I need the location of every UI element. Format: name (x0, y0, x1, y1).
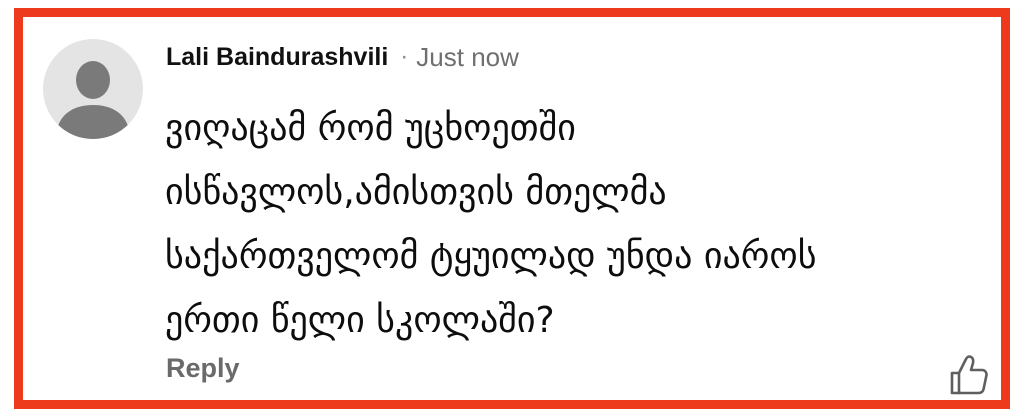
avatar[interactable] (43, 39, 143, 139)
comment-line: ვიღაცამ რომ უცხოეთში (165, 108, 576, 149)
highlight-frame: Lali Baindurashvili · Just now ვიღაცამ რ… (14, 8, 1010, 409)
thumbs-up-icon (950, 355, 988, 395)
user-silhouette-icon (56, 61, 130, 139)
like-button[interactable] (948, 354, 990, 396)
meta-separator: · (400, 43, 409, 70)
comment-header: Lali Baindurashvili · Just now (166, 37, 519, 77)
author-name[interactable]: Lali Baindurashvili (166, 43, 388, 72)
comment-text: ვიღაცამ რომ უცხოეთში ისწავლოს,ამისთვის მ… (165, 97, 995, 353)
comment-line: საქართველომ ტყუილად უნდა იაროს (165, 236, 817, 277)
comment-line: ისწავლოს,ამისთვის მთელმა (165, 172, 667, 213)
comment-line: ერთი წელი სკოლაში? (165, 300, 555, 341)
timestamp: Just now (416, 41, 519, 72)
reply-button[interactable]: Reply (166, 353, 240, 384)
